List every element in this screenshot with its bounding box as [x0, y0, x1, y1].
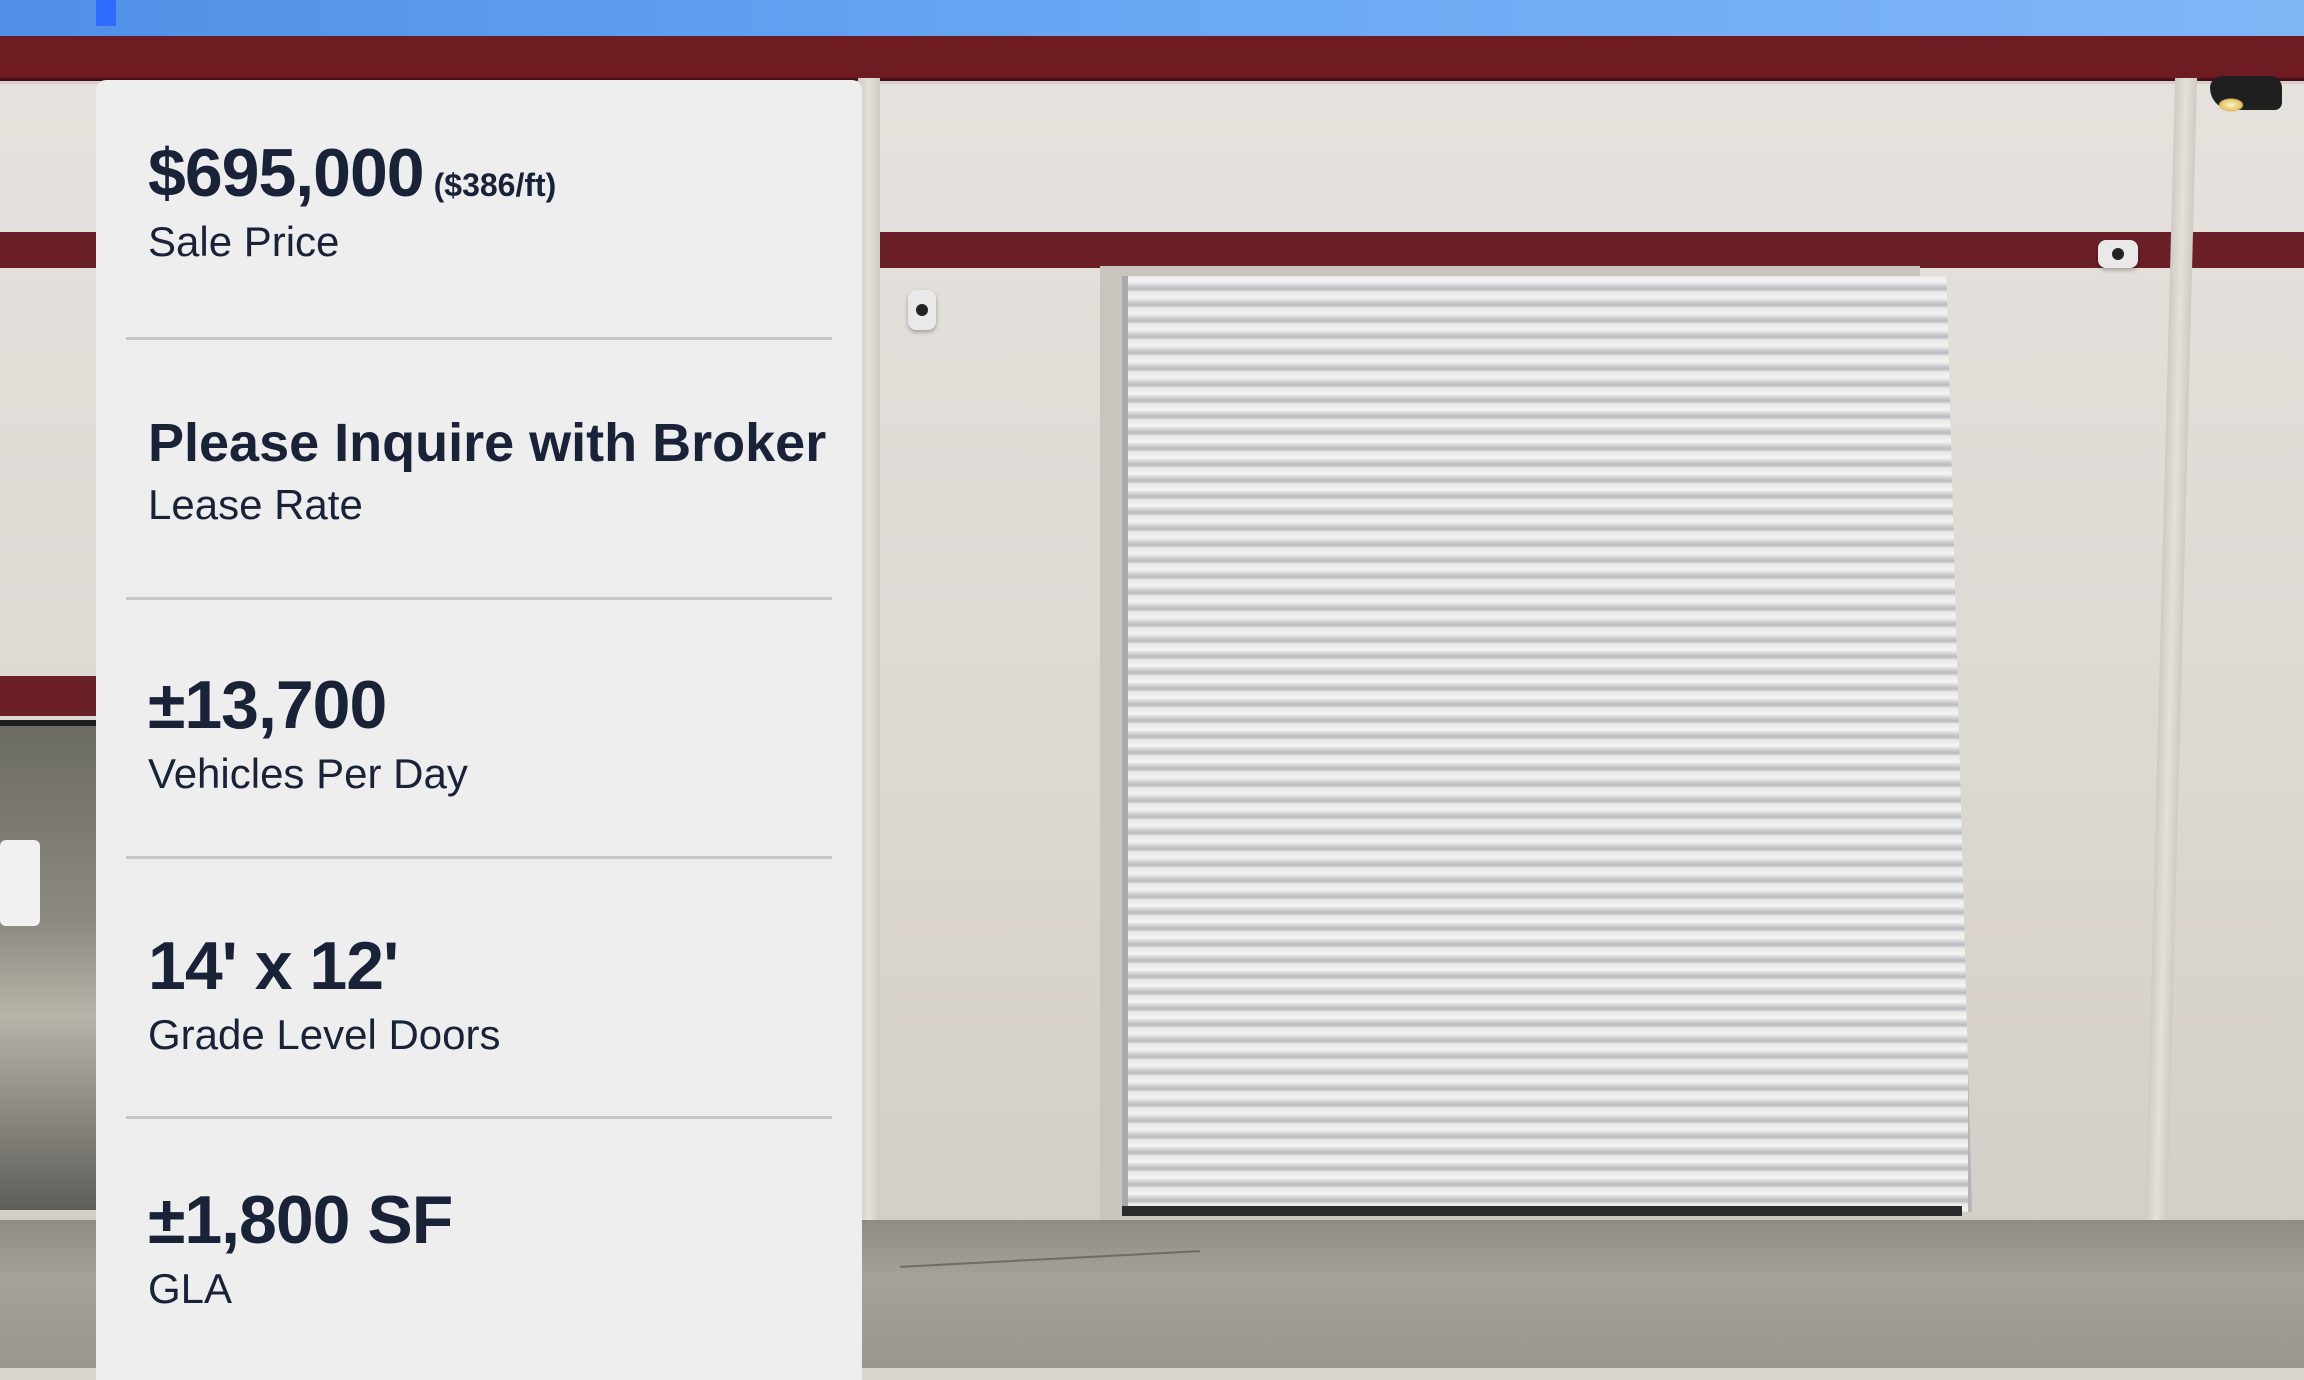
stat-value: ±1,800 SF [148, 1182, 453, 1258]
roll-up-door [1122, 276, 1972, 1212]
storefront-window [0, 720, 96, 1210]
stat-value: ±13,700 [148, 667, 387, 743]
sky [0, 0, 2304, 40]
price-per-unit: ($386/ft) [433, 167, 557, 203]
security-camera-icon [908, 290, 936, 330]
stat-grade-level-doors: 14' x 12' Grade Level Doors [126, 859, 832, 1119]
property-stats-card: $695,000 ($386/ft) Sale Price Please Inqu… [96, 80, 862, 1380]
stat-label: Vehicles Per Day [148, 750, 468, 798]
stat-sale-price: $695,000 ($386/ft) Sale Price [126, 80, 832, 340]
stat-value: $695,000 ($386/ft) [148, 135, 810, 211]
stat-gla: ±1,800 SF GLA [126, 1119, 832, 1359]
stat-lease-rate: Please Inquire with Broker Lease Rate [126, 340, 832, 600]
stat-value: Please Inquire with Broker [148, 413, 827, 473]
focus-indicator [96, 0, 116, 26]
parked-vehicle [0, 840, 40, 926]
wall-lamp-icon [2210, 76, 2282, 112]
stat-value: 14' x 12' [148, 928, 399, 1004]
stat-label: GLA [148, 1265, 233, 1313]
stat-label: Sale Price [148, 218, 340, 266]
stat-vehicles-per-day: ±13,700 Vehicles Per Day [126, 600, 832, 859]
window-header-stripe [0, 676, 100, 716]
stat-label: Lease Rate [148, 480, 363, 528]
stat-label: Grade Level Doors [148, 1011, 501, 1059]
sale-price-value: $695,000 [148, 135, 425, 211]
door-threshold [1122, 1206, 1962, 1216]
security-camera-icon [2098, 240, 2138, 268]
roof-trim-stripe [0, 36, 2304, 81]
